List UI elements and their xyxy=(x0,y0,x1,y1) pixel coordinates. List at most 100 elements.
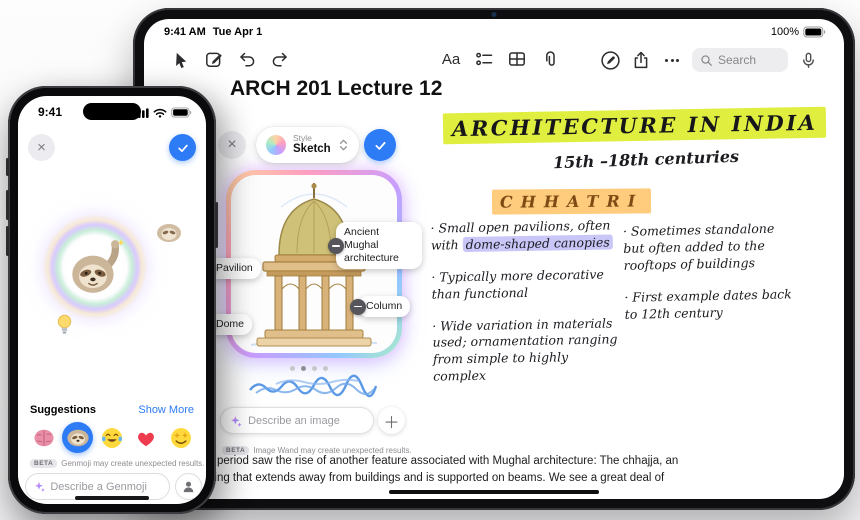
battery-icon xyxy=(171,107,192,118)
style-texts: Style Sketch xyxy=(293,133,331,156)
note-bullet: · Small open pavilions, often with dome-… xyxy=(430,217,617,254)
redo-icon xyxy=(272,52,287,67)
checkmark-icon xyxy=(374,141,386,150)
iphone-device: 9:41 × Suggestions Show More BETA Genmoj… xyxy=(6,86,218,514)
ai-sparkle-icon xyxy=(231,415,242,427)
genmoji-preview xyxy=(42,214,148,320)
star-struck-emoji-icon xyxy=(170,427,191,448)
toolbar-right-group: Search xyxy=(599,48,819,72)
iphone-time: 9:41 xyxy=(38,105,63,119)
tag-label: Column xyxy=(366,300,403,312)
handwritten-heading: ARCHITECTURE IN INDIA xyxy=(442,106,827,145)
note-body-line: hing that extends away from buildings an… xyxy=(208,471,665,484)
text-format-button[interactable]: Aa xyxy=(440,48,462,70)
battery-icon xyxy=(803,26,826,38)
handwritten-left-column: · Small open pavilions, often with dome-… xyxy=(430,217,619,400)
ipad-home-indicator[interactable] xyxy=(389,490,599,494)
dynamic-island xyxy=(83,103,141,120)
image-wand-close-button[interactable]: × xyxy=(218,131,246,159)
attachment-button[interactable] xyxy=(539,48,561,70)
genmoji-accept-button[interactable] xyxy=(169,134,196,161)
undo-button[interactable] xyxy=(236,48,258,70)
ipad-status-bar: 9:41 AM Tue Apr 1 xyxy=(164,26,262,38)
tag-label: Dome xyxy=(216,318,245,330)
image-wand-beta-note: BETA Image Wand may create unexpected re… xyxy=(222,446,412,455)
lightbulb-fragment-icon xyxy=(57,314,72,334)
suggestion-brain-emoji[interactable] xyxy=(28,422,59,453)
tag-label: Pavilion xyxy=(216,262,253,274)
person-picker-button[interactable] xyxy=(175,473,202,500)
sloth-genmoji xyxy=(72,239,125,293)
purple-highlight: dome-shaped canopies xyxy=(462,234,613,252)
remove-tag-button[interactable] xyxy=(328,237,344,254)
handwritten-section-title: CHHATRI xyxy=(491,188,652,215)
checklist-button[interactable] xyxy=(473,48,495,70)
note-body-text: s period saw the rise of another feature… xyxy=(208,453,794,486)
style-label: Style xyxy=(293,133,312,143)
compose-button[interactable] xyxy=(203,48,225,70)
image-wand-accept-button[interactable] xyxy=(364,129,396,161)
ipad-notes-app: 9:41 AM Tue Apr 1 100% Aa Search ARCH 20… xyxy=(144,19,844,499)
style-picker[interactable]: Style Sketch xyxy=(256,127,359,163)
add-image-button[interactable]: ＋ xyxy=(378,407,405,434)
genmoji-close-button[interactable]: × xyxy=(28,134,55,161)
dictation-button[interactable] xyxy=(797,49,819,71)
genmoji-beta-note: BETA Genmoji may create unexpected resul… xyxy=(30,459,204,468)
table-button[interactable] xyxy=(506,48,528,70)
beta-text: Image Wand may create unexpected results… xyxy=(253,446,412,455)
action-button xyxy=(6,158,9,176)
share-button[interactable] xyxy=(630,49,652,71)
paperclip-icon xyxy=(546,51,555,66)
suggestion-star-struck-emoji[interactable] xyxy=(165,422,196,453)
note-title: ARCH 201 Lecture 12 xyxy=(230,77,443,100)
tag-ancient-mughal-architecture[interactable]: Ancient Mughal architecture xyxy=(328,222,422,270)
microphone-icon xyxy=(802,52,814,68)
iphone-home-indicator[interactable] xyxy=(75,496,149,500)
compose-icon xyxy=(206,52,222,67)
battery-percent: 100% xyxy=(770,26,799,38)
show-more-link[interactable]: Show More xyxy=(138,404,194,416)
ipad-time: 9:41 AM xyxy=(164,26,206,38)
image-variant-dots[interactable] xyxy=(290,366,328,371)
section-highlight: CHHATRI xyxy=(491,188,652,215)
tag-label: Ancient Mughal architecture xyxy=(344,226,399,265)
text-format-label: Aa xyxy=(441,50,461,68)
handwritten-right-column: · Sometimes standalone but often added t… xyxy=(623,220,801,338)
suggestion-laughing-emoji[interactable] xyxy=(97,422,128,453)
style-thumbnail-icon xyxy=(266,135,286,155)
describe-image-input[interactable] xyxy=(248,414,364,427)
pointer-icon xyxy=(175,52,186,68)
marketing-scene: 9:41 AM Tue Apr 1 100% Aa Search ARCH 20… xyxy=(0,0,860,520)
cellular-signal-icon xyxy=(134,107,149,118)
sloth-emoji-icon xyxy=(67,429,89,446)
remove-tag-button[interactable] xyxy=(350,298,366,315)
note-bullet: · First example dates back to 12th centu… xyxy=(624,285,792,322)
brain-emoji-icon xyxy=(33,429,54,446)
power-button xyxy=(215,202,218,248)
markup-pen-button[interactable] xyxy=(599,49,621,71)
ellipsis-icon xyxy=(665,58,679,62)
person-icon xyxy=(183,481,194,493)
describe-image-field[interactable] xyxy=(220,407,374,434)
style-value: Sketch xyxy=(293,143,331,156)
search-icon xyxy=(701,54,712,66)
pointer-tool-button[interactable] xyxy=(170,48,192,70)
search-field[interactable]: Search xyxy=(692,48,788,72)
more-options-button[interactable] xyxy=(661,49,683,71)
tag-column[interactable]: Column xyxy=(350,296,411,318)
ipad-status-right: 100% xyxy=(771,26,826,38)
ipad-date: Tue Apr 1 xyxy=(212,26,263,38)
volume-down-button xyxy=(6,226,9,256)
redo-button[interactable] xyxy=(269,48,291,70)
suggestion-heart-emoji[interactable] xyxy=(131,422,162,453)
note-body-line: s period saw the rise of another feature… xyxy=(208,455,679,467)
undo-icon xyxy=(240,52,255,67)
describe-genmoji-input[interactable] xyxy=(50,480,161,493)
suggestion-sloth-emoji-selected[interactable] xyxy=(62,422,94,453)
suggestions-header: Suggestions Show More xyxy=(30,404,194,416)
handwritten-subheading: 15th –18th centuries xyxy=(552,146,740,173)
handwritten-scribble xyxy=(249,374,378,398)
ipad-camera xyxy=(491,12,497,17)
toolbar-center-group: Aa xyxy=(440,48,561,70)
iphone-status-icons xyxy=(134,107,192,118)
